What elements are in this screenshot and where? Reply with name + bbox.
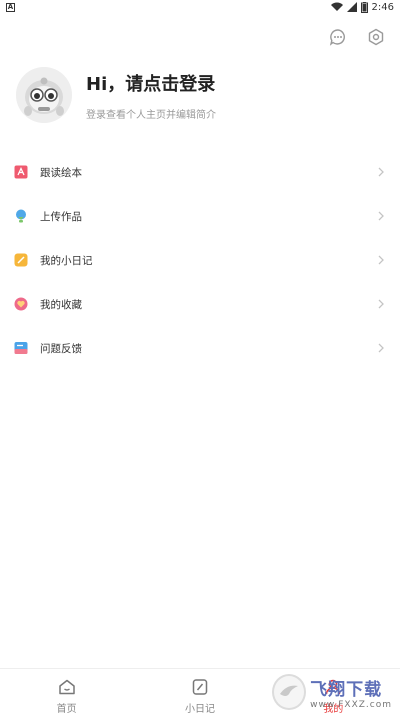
avatar[interactable] [16,67,72,123]
menu-item-feedback[interactable]: 问题反馈 [0,326,400,370]
tab-label: 我的 [323,704,344,715]
picture-book-icon [14,165,28,179]
chevron-right-icon [376,299,386,309]
lightbulb-icon [14,209,28,223]
menu-item-label: 我的小日记 [40,254,93,267]
chevron-right-icon [376,167,386,177]
tab-home[interactable]: 首页 [0,669,133,715]
menu-item-label: 上传作品 [40,210,82,223]
tab-label: 小日记 [184,704,215,715]
diary-tab-icon [190,677,210,697]
menu-item-label: 我的收藏 [40,298,82,311]
chat-bubble-icon [329,29,345,46]
menu-item-favorites[interactable]: 我的收藏 [0,282,400,326]
tab-mine[interactable]: 我的 [267,669,400,715]
diary-icon [14,253,28,267]
login-prompt-subtitle: 登录查看个人主页并编辑简介 [86,109,216,121]
menu-item-label: 问题反馈 [40,342,82,355]
signal-icon [346,2,357,12]
wifi-icon [330,2,343,11]
battery-icon [360,1,368,13]
chevron-right-icon [376,255,386,265]
favorites-icon [14,297,28,311]
menu-item-picture-books[interactable]: 跟读绘本 [0,150,400,194]
menu-list: 跟读绘本 上传作品 我的小日记 我的收藏 问题反馈 [0,150,400,370]
tab-label: 首页 [56,704,77,715]
gear-icon [368,28,384,46]
menu-item-upload-works[interactable]: 上传作品 [0,194,400,238]
chevron-right-icon [376,211,386,221]
feedback-icon [14,341,28,355]
notification-icon: A [6,2,15,12]
profile-header[interactable]: Hi，请点击登录 登录查看个人主页并编辑简介 [16,67,216,123]
chevron-right-icon [376,343,386,353]
status-bar: A 2:46 [0,0,400,14]
menu-item-label: 跟读绘本 [40,166,82,179]
tab-diary[interactable]: 小日记 [133,669,266,715]
header-actions [328,27,386,47]
login-prompt-title[interactable]: Hi，请点击登录 [86,70,216,96]
settings-button[interactable] [366,27,386,47]
status-time: 2:46 [371,1,394,13]
home-icon [57,677,77,697]
messages-button[interactable] [328,27,348,47]
bottom-tab-bar: 首页 小日记 我的 [0,668,400,715]
default-avatar-icon [16,67,72,123]
menu-item-my-diary[interactable]: 我的小日记 [0,238,400,282]
profile-tab-icon [323,677,343,697]
